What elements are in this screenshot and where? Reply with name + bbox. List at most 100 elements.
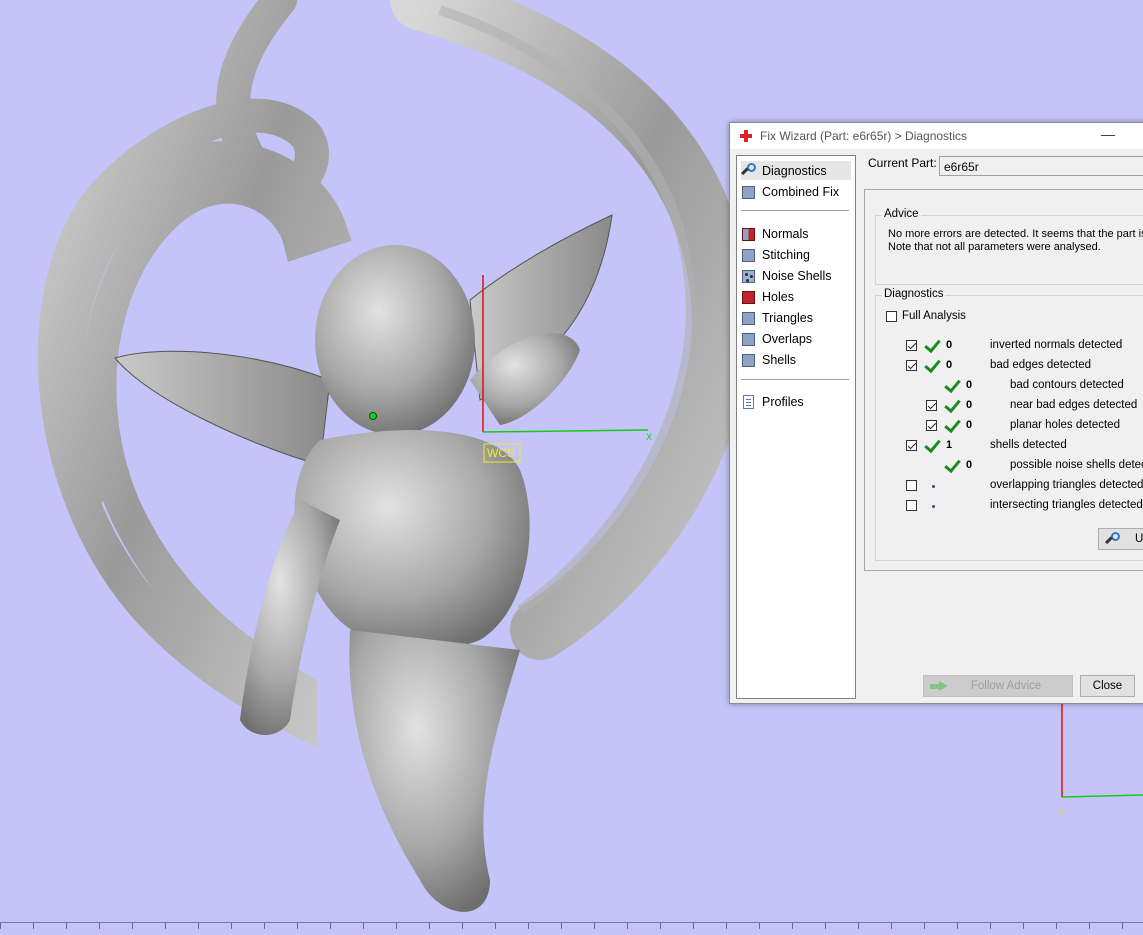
full-analysis-checkbox[interactable] xyxy=(886,311,897,322)
ok-check-icon xyxy=(944,418,960,434)
nav-item-label: Diagnostics xyxy=(762,163,827,178)
nav-item-label: Noise Shells xyxy=(762,268,832,283)
nav-separator xyxy=(741,210,849,211)
x-axis-label: X xyxy=(646,432,652,442)
ruler-tick xyxy=(198,923,199,929)
ruler-tick xyxy=(429,923,430,929)
ruler-tick xyxy=(957,923,958,929)
noise-shells-icon xyxy=(741,268,757,284)
advice-line-2: Note that not all parameters were analys… xyxy=(888,241,1101,253)
nav-item-noise-shells[interactable]: Noise Shells xyxy=(741,266,837,285)
nav-item-triangles[interactable]: Triangles xyxy=(741,308,819,327)
nav-item-overlaps[interactable]: Overlaps xyxy=(741,329,818,348)
intersecting-triangles-label: intersecting triangles detected xyxy=(990,499,1143,511)
shells-checkbox[interactable] xyxy=(906,440,917,451)
near-bad-edges-label: near bad edges detected xyxy=(1010,399,1138,411)
ruler-tick xyxy=(363,923,364,929)
follow-advice-button[interactable]: Follow Advice xyxy=(923,675,1073,697)
bad-edges-label: bad edges detected xyxy=(990,359,1092,371)
near-bad-edges-count: 0 xyxy=(966,399,973,411)
close-button[interactable]: Close xyxy=(1080,675,1135,697)
not-analysed-dot-icon xyxy=(932,505,935,508)
current-part-label: Current Part: xyxy=(868,156,937,170)
ok-check-icon xyxy=(924,438,940,454)
ok-check-icon xyxy=(924,358,940,374)
bad-edges-checkbox[interactable] xyxy=(906,360,917,371)
close-button-label: Close xyxy=(1092,680,1123,692)
wcs-label: WCS xyxy=(487,446,515,460)
advice-line-1: No more errors are detected. It seems th… xyxy=(888,228,1143,240)
overlapping-triangles-checkbox[interactable] xyxy=(906,480,917,491)
nav-item-combined-fix[interactable]: Combined Fix xyxy=(741,182,845,201)
ruler-tick xyxy=(858,923,859,929)
update-button-label: U xyxy=(1135,533,1143,545)
cube-icon xyxy=(741,331,757,347)
fix-wizard-nav: Diagnostics Combined Fix Normals Stitchi… xyxy=(736,155,856,699)
inverted-normals-label: inverted normals detected xyxy=(990,339,1123,351)
ruler-tick xyxy=(66,923,67,929)
bottom-ruler xyxy=(0,922,1143,935)
nav-item-shells[interactable]: Shells xyxy=(741,350,802,369)
intersecting-triangles-checkbox[interactable] xyxy=(906,500,917,511)
ruler-tick xyxy=(1023,923,1024,929)
inverted-normals-checkbox[interactable] xyxy=(906,340,917,351)
ruler-tick xyxy=(825,923,826,929)
dialog-titlebar[interactable]: Fix Wizard (Part: e6r65r) > Diagnostics … xyxy=(730,123,1143,149)
nav-item-label: Overlaps xyxy=(762,331,813,346)
diagnostics-legend: Diagnostics xyxy=(882,288,946,300)
ruler-tick xyxy=(462,923,463,929)
nav-item-diagnostics[interactable]: Diagnostics xyxy=(741,161,851,180)
ok-check-icon xyxy=(944,378,960,394)
ruler-tick xyxy=(726,923,727,929)
cherub-legs xyxy=(349,630,520,912)
planar-holes-count: 0 xyxy=(966,419,973,431)
full-analysis-label: Full Analysis xyxy=(902,310,966,322)
nav-item-label: Combined Fix xyxy=(762,184,840,199)
planar-holes-label: planar holes detected xyxy=(1010,419,1120,431)
ruler-tick xyxy=(759,923,760,929)
minimize-button[interactable]: — xyxy=(1100,127,1116,143)
ruler-tick xyxy=(891,923,892,929)
ruler-tick xyxy=(0,923,1,929)
update-button[interactable]: U xyxy=(1098,528,1143,550)
ruler-tick xyxy=(990,923,991,929)
advice-legend: Advice xyxy=(882,208,921,220)
cherub-head xyxy=(315,245,475,435)
ruler-tick xyxy=(627,923,628,929)
ok-check-icon xyxy=(924,338,940,354)
ok-check-icon xyxy=(944,398,960,414)
ruler-tick xyxy=(165,923,166,929)
near-bad-edges-checkbox[interactable] xyxy=(926,400,937,411)
ruler-tick xyxy=(33,923,34,929)
ruler-tick xyxy=(99,923,100,929)
ruler-tick xyxy=(1056,923,1057,929)
follow-advice-label: Follow Advice xyxy=(970,680,1042,692)
magnifier-icon xyxy=(1105,532,1121,548)
magnifier-icon xyxy=(741,162,757,179)
noise-shells-count: 0 xyxy=(966,459,973,471)
nav-item-normals[interactable]: Normals xyxy=(741,224,815,243)
ruler-tick xyxy=(693,923,694,929)
ruler-tick xyxy=(231,923,232,929)
fix-wizard-dialog: Fix Wizard (Part: e6r65r) > Diagnostics … xyxy=(729,122,1143,704)
current-part-field[interactable]: e6r65r xyxy=(939,156,1143,176)
ruler-tick xyxy=(924,923,925,929)
ruler-tick xyxy=(528,923,529,929)
nav-item-profiles[interactable]: Profiles xyxy=(741,392,810,411)
nav-item-label: Holes xyxy=(762,289,794,304)
advice-group: Advice No more errors are detected. It s… xyxy=(875,208,1143,285)
ruler-tick xyxy=(792,923,793,929)
pivot-point xyxy=(369,412,377,420)
shells-label: shells detected xyxy=(990,439,1067,451)
ruler-tick xyxy=(561,923,562,929)
bad-contours-label: bad contours detected xyxy=(1010,379,1124,391)
nav-item-holes[interactable]: Holes xyxy=(741,287,800,306)
noise-shells-label: possible noise shells detected xyxy=(1010,459,1143,471)
ruler-tick xyxy=(594,923,595,929)
planar-holes-checkbox[interactable] xyxy=(926,420,937,431)
cube-icon xyxy=(741,184,757,200)
ruler-tick xyxy=(396,923,397,929)
nav-item-stitching[interactable]: Stitching xyxy=(741,245,816,264)
cube-icon xyxy=(741,247,757,263)
left-wing xyxy=(114,350,331,466)
